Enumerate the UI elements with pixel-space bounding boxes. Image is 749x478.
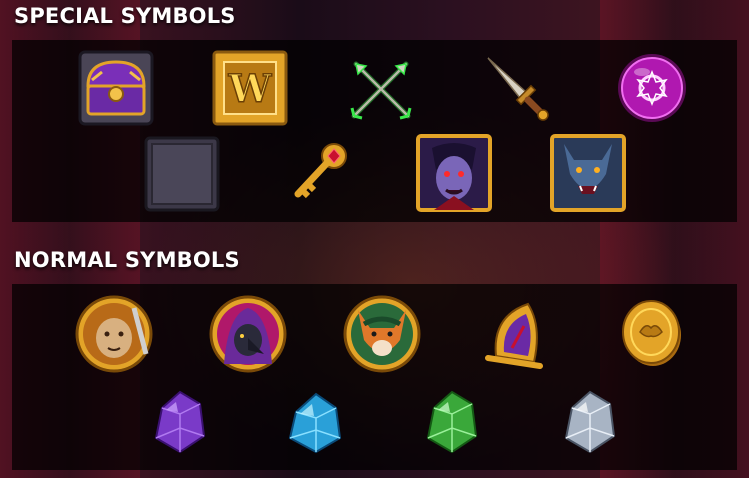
lion-symbol [74, 294, 154, 374]
green-gem-symbol [424, 388, 480, 456]
normal-symbols-title: NORMAL SYMBOLS [14, 248, 240, 272]
werewolf-symbol [550, 134, 626, 212]
blue-gem-symbol [286, 390, 344, 456]
dagger-symbol [482, 52, 552, 122]
wild-symbol: W [212, 50, 288, 126]
blank-stone-tile-symbol [144, 136, 220, 212]
purple-gem-symbol [150, 388, 208, 456]
crossed-arrows-symbol [346, 54, 416, 124]
treasure-chest-symbol [78, 50, 154, 126]
silver-gem-symbol [560, 388, 618, 456]
special-symbols-title: SPECIAL SYMBOLS [14, 4, 236, 28]
raven-hood-symbol [208, 294, 288, 374]
magic-orb-symbol [616, 52, 688, 124]
wild-letter: W [228, 66, 273, 111]
fox-archer-symbol [342, 294, 422, 374]
golden-key-symbol [288, 140, 350, 206]
ornate-helm-symbol [482, 296, 552, 372]
vampire-symbol [416, 134, 492, 212]
gold-coin-symbol [620, 298, 686, 368]
